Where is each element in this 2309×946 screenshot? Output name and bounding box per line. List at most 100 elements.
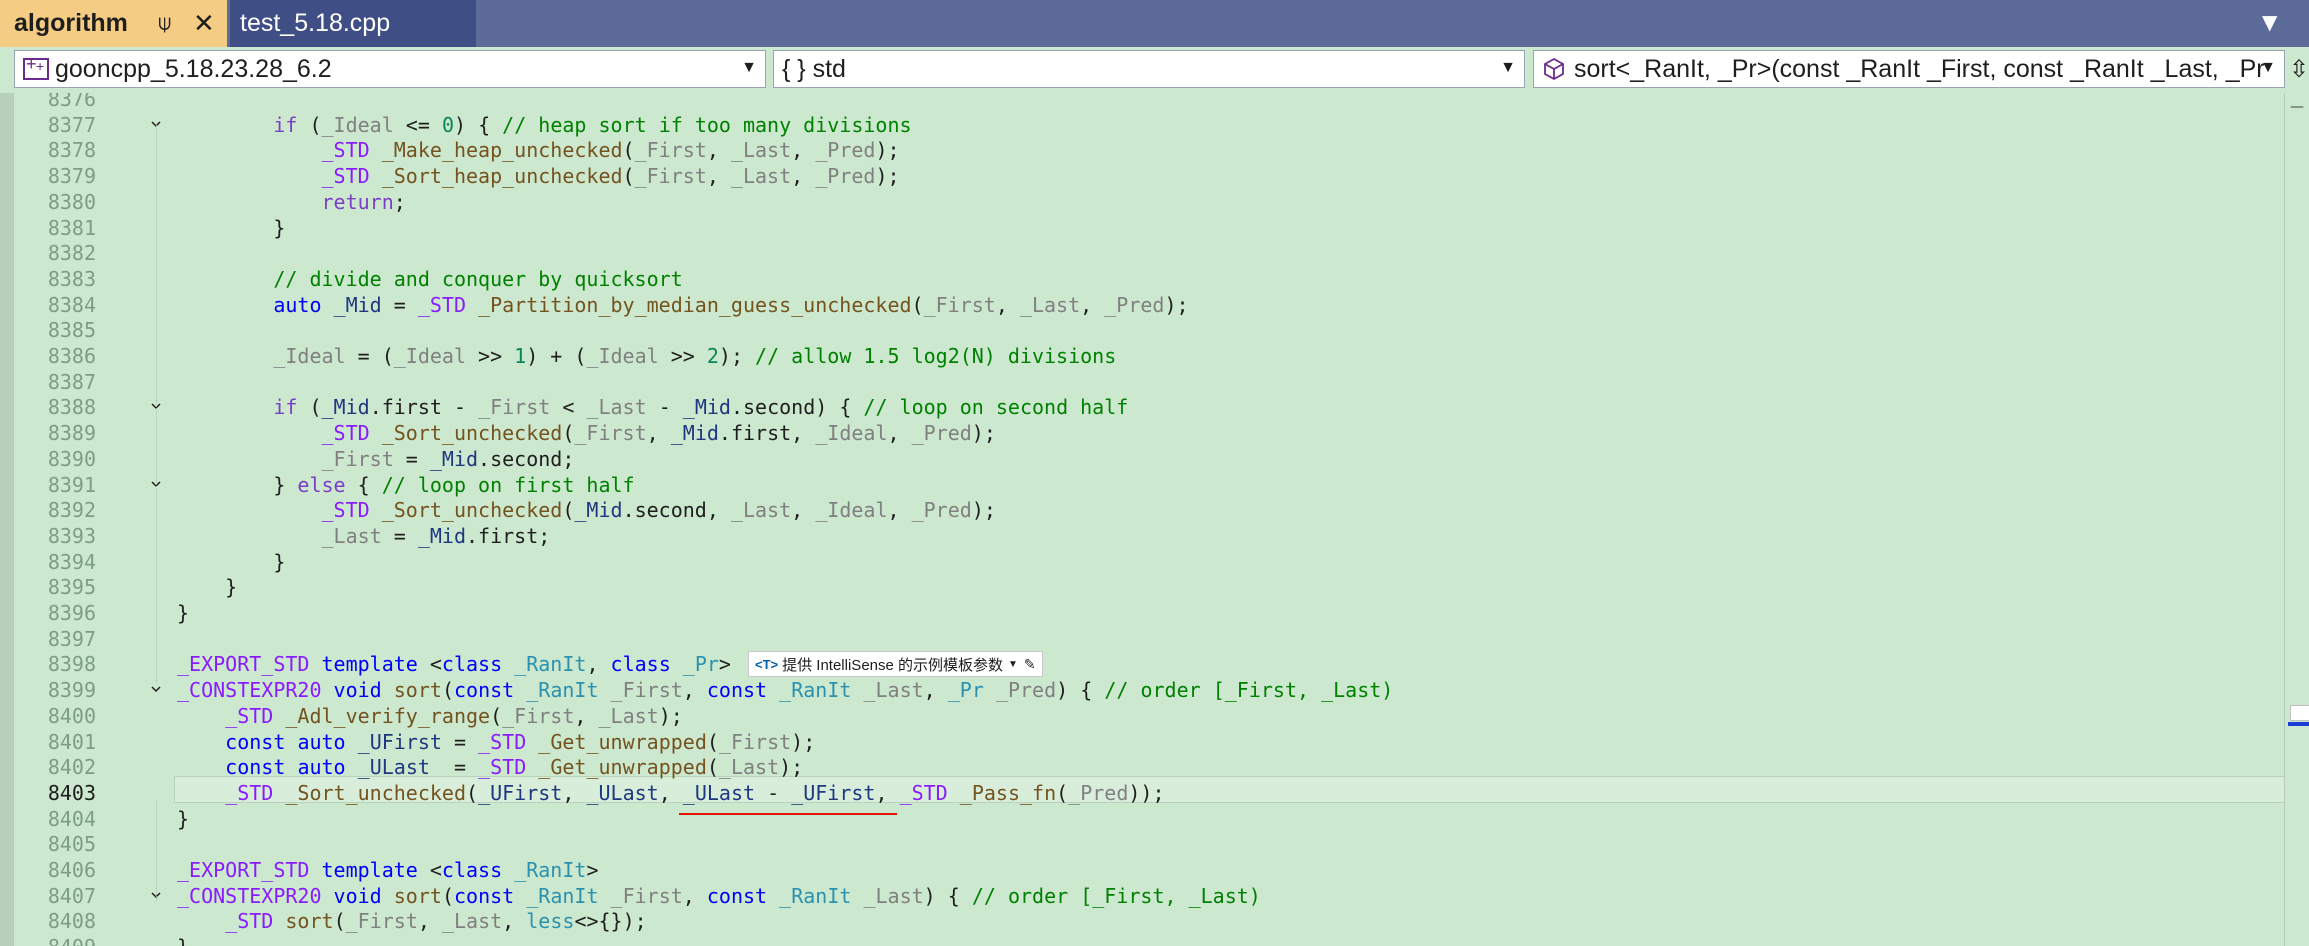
outlining-guide <box>156 125 157 683</box>
split-editor-icon[interactable]: ⇳ <box>2289 55 2309 83</box>
code-line[interactable]: _CONSTEXPR20 void sort(const _RanIt _Fir… <box>177 883 1261 909</box>
code-token: _Sort_unchecked <box>381 421 563 446</box>
code-token: sort <box>393 678 442 703</box>
line-number: 8380 <box>47 189 96 214</box>
code-token: _Mid <box>333 292 382 317</box>
code-token: ( <box>911 292 924 317</box>
code-token: auto <box>297 729 346 754</box>
pin-icon[interactable]: ⍦ <box>158 10 171 36</box>
code-line[interactable]: if (_Ideal <= 0) { // heap sort if too m… <box>177 112 911 138</box>
project-dropdown-value: gooncpp_5.18.23.28_6.2 <box>55 54 332 83</box>
code-line[interactable]: _STD _Make_heap_unchecked(_First, _Last,… <box>177 137 900 163</box>
line-number: 8396 <box>47 601 96 625</box>
code-token: ( <box>441 678 454 703</box>
scrollbar-thumb[interactable] <box>2290 705 2309 721</box>
code-line[interactable]: _STD _Sort_unchecked(_Mid.second, _Last,… <box>177 497 996 523</box>
close-icon[interactable]: ✕ <box>193 8 215 39</box>
outlining-guide <box>156 800 157 901</box>
code-token: ) { <box>453 112 503 137</box>
code-line[interactable]: _STD _Adl_verify_range(_First, _Last); <box>177 703 683 729</box>
project-dropdown[interactable]: gooncpp_5.18.23.28_6.2 ▼ <box>14 50 766 88</box>
code-token: = <box>393 446 430 471</box>
edit-pencil-icon[interactable]: ✎ <box>1024 656 1036 673</box>
code-token: < <box>417 858 442 882</box>
code-line[interactable]: _Ideal = (_Ideal >> 1) + (_Ideal >> 2); … <box>177 343 1116 369</box>
code-line[interactable]: const auto _ULast = _STD _Get_unwrapped(… <box>177 754 803 780</box>
code-token: ( <box>562 498 575 523</box>
code-line[interactable]: _EXPORT_STD template <class _RanIt> <box>177 857 598 883</box>
line-number: 8385 <box>47 318 96 343</box>
code-token: _Last <box>441 909 503 934</box>
code-line[interactable]: // divide and conquer by quicksort <box>177 266 682 292</box>
code-line[interactable]: _CONSTEXPR20 void sort(const _RanIt _Fir… <box>177 677 1393 703</box>
tab-list-dropdown-icon[interactable]: ▼ <box>2262 10 2277 34</box>
line-number: 8377 <box>47 112 96 137</box>
code-token: } <box>177 215 286 240</box>
code-line[interactable]: } <box>177 215 285 241</box>
code-token: - <box>646 395 683 420</box>
code-token: } <box>177 549 286 574</box>
tab-algorithm[interactable]: algorithm ⍦ ✕ <box>0 0 227 47</box>
code-token: ( <box>622 164 635 189</box>
line-number: 8402 <box>47 755 96 780</box>
code-token: _First <box>574 421 647 446</box>
code-token: ( <box>297 112 322 137</box>
code-line[interactable]: if (_Mid.first - _First < _Last - _Mid.s… <box>177 394 1128 420</box>
line-number: 8401 <box>47 729 96 754</box>
code-token: _Last <box>718 755 780 780</box>
chevron-down-icon[interactable]: ▼ <box>1008 659 1018 670</box>
code-line[interactable]: _STD _Sort_unchecked(_UFirst, _ULast, _U… <box>177 780 1164 806</box>
code-line[interactable]: _STD _Sort_heap_unchecked(_First, _Last,… <box>177 163 900 189</box>
code-token: _STD <box>321 138 370 163</box>
code-editor[interactable]: 8376 8377 8378 8379 8380 8381 8382 8383 8384 8385… <box>0 93 2309 946</box>
code-token: ) { <box>1056 678 1105 703</box>
scroll-up-icon[interactable]: — <box>2290 99 2304 115</box>
code-line[interactable]: _First = _Mid.second; <box>177 446 575 472</box>
code-token: .second) { <box>730 395 864 420</box>
chevron-down-icon[interactable]: ▼ <box>2260 59 2276 77</box>
code-line[interactable]: const auto _UFirst = _STD _Get_unwrapped… <box>177 729 815 755</box>
code-line[interactable]: _Last = _Mid.first; <box>177 523 551 549</box>
tab-test-cpp[interactable]: test_5.18.cpp <box>230 0 476 47</box>
member-dropdown[interactable]: sort<_RanIt, _Pr>(const _RanIt _First, c… <box>1533 50 2285 88</box>
code-line[interactable]: return; <box>177 189 406 215</box>
code-line[interactable]: } <box>177 806 189 832</box>
code-token: ( <box>490 703 503 728</box>
code-token: // loop on first half <box>381 472 635 497</box>
code-token: _STD <box>321 421 370 446</box>
code-token: _RanIt <box>514 652 587 677</box>
code-line[interactable]: } <box>177 549 285 575</box>
line-number: 8386 <box>47 344 96 368</box>
code-line[interactable]: } <box>177 934 189 946</box>
code-line[interactable]: _STD _Sort_unchecked(_First, _Mid.first,… <box>177 420 996 446</box>
code-token: , <box>706 138 731 163</box>
intellisense-template-hint[interactable]: <T> 提供 IntelliSense 的示例模板参数 ▼ ✎ <box>748 651 1043 677</box>
code-line[interactable]: } <box>177 574 237 600</box>
collapse-chevron-icon[interactable] <box>150 683 162 695</box>
code-line[interactable]: } else { // loop on first half <box>177 472 635 498</box>
chevron-down-icon[interactable]: ▼ <box>1500 59 1516 77</box>
code-line[interactable]: _STD sort(_First, _Last, less<>{}); <box>177 908 647 934</box>
code-token: _First <box>610 883 683 908</box>
code-line[interactable]: auto _Mid = _STD _Partition_by_median_gu… <box>177 292 1188 318</box>
code-token: { <box>345 472 382 497</box>
code-token: _Mid <box>417 523 467 548</box>
vertical-scrollbar[interactable] <box>2284 93 2309 946</box>
code-token: return <box>321 189 394 214</box>
scope-dropdown[interactable]: { } std ▼ <box>773 50 1525 88</box>
chevron-down-icon[interactable]: ▼ <box>741 59 757 77</box>
code-line[interactable]: _EXPORT_STD template <class _RanIt, clas… <box>177 651 731 677</box>
line-number: 8407 <box>47 883 96 908</box>
code-line[interactable]: } <box>177 600 189 626</box>
